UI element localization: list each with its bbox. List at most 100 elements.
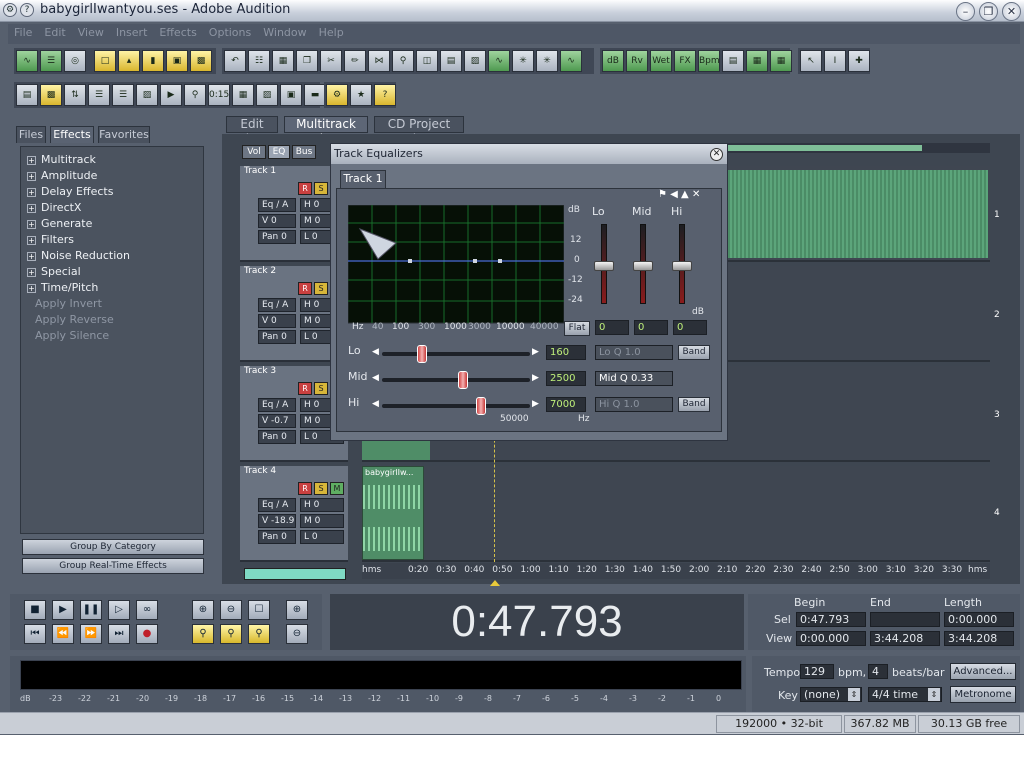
fx-icon[interactable]: FX bbox=[674, 50, 696, 72]
tree-item[interactable]: + DirectX bbox=[27, 201, 81, 214]
high-eq-field[interactable]: H 0 bbox=[300, 498, 344, 512]
lo-q-field[interactable]: Lo Q 1.0 bbox=[595, 345, 673, 360]
rewind-button[interactable]: ⏪ bbox=[52, 624, 74, 644]
help-context-icon[interactable]: ? bbox=[374, 84, 396, 106]
hi-band-button[interactable]: Band bbox=[678, 397, 710, 412]
dropdown-icon[interactable]: ⇕ bbox=[928, 688, 940, 701]
mid-freq-value[interactable]: 2500 bbox=[546, 371, 586, 386]
menu-view[interactable]: View bbox=[72, 24, 110, 41]
hi-freq-track[interactable] bbox=[382, 404, 530, 408]
snap-icon[interactable]: ✳ bbox=[512, 50, 534, 72]
tab-track-1[interactable]: Track 1 bbox=[340, 170, 386, 188]
advanced-button[interactable]: Advanced... bbox=[950, 663, 1016, 680]
zoom-full-button[interactable]: ☐ bbox=[248, 600, 270, 620]
pan-field[interactable]: Pan 0 bbox=[258, 330, 296, 344]
play-button[interactable]: ▶ bbox=[52, 600, 74, 620]
low-eq-field[interactable]: L 0 bbox=[300, 530, 344, 544]
menu-file[interactable]: File bbox=[8, 24, 38, 41]
hi-gain-thumb[interactable] bbox=[672, 261, 692, 271]
level-meter[interactable] bbox=[20, 660, 742, 690]
tree-item[interactable]: + Time/Pitch bbox=[27, 281, 98, 294]
record-arm-button[interactable]: R bbox=[298, 382, 312, 395]
zoom-out-button[interactable]: ⊖ bbox=[220, 600, 242, 620]
spectral-icon[interactable]: ▨ bbox=[256, 84, 278, 106]
wet-icon[interactable]: Wet bbox=[650, 50, 672, 72]
wizard-icon[interactable]: ★ bbox=[350, 84, 372, 106]
tab-effects[interactable]: Effects bbox=[50, 126, 94, 143]
pan-field[interactable]: Pan 0 bbox=[258, 230, 296, 244]
loop-icon[interactable]: ▨ bbox=[464, 50, 486, 72]
tree-item[interactable]: + Noise Reduction bbox=[27, 249, 130, 262]
mid-eq-field[interactable]: M 0 bbox=[300, 514, 344, 528]
eq-button[interactable]: Eq / A bbox=[258, 398, 296, 412]
db-icon[interactable]: dB bbox=[602, 50, 624, 72]
maximize-button[interactable]: ❐ bbox=[979, 2, 998, 21]
menu-insert[interactable]: Insert bbox=[110, 24, 154, 41]
time-selection-tool-icon[interactable]: I bbox=[824, 50, 846, 72]
tree-item[interactable]: + Filters bbox=[27, 233, 74, 246]
eq-button[interactable]: Eq / A bbox=[258, 198, 296, 212]
group-by-category-button[interactable]: Group By Category bbox=[22, 539, 204, 555]
track-name[interactable]: Track 3 bbox=[244, 366, 276, 376]
mid-freq-thumb[interactable] bbox=[457, 371, 468, 389]
zoom-icon[interactable]: ⚲ bbox=[184, 84, 206, 106]
cue-icon[interactable]: ✳ bbox=[536, 50, 558, 72]
playhead-marker-icon[interactable] bbox=[490, 580, 500, 586]
lock-icon[interactable]: ⚲ bbox=[392, 50, 414, 72]
hi-gain-value[interactable]: 0 bbox=[673, 320, 707, 335]
beats-field[interactable]: 4 bbox=[868, 664, 888, 679]
volume-field[interactable]: V 0 bbox=[258, 314, 296, 328]
hi-freq-value[interactable]: 7000 bbox=[546, 397, 586, 412]
view-length-field[interactable]: 3:44.208 bbox=[944, 631, 1014, 646]
volume-field[interactable]: V -18.9 bbox=[258, 514, 296, 528]
expand-icon[interactable]: + bbox=[27, 283, 36, 293]
copy-icon[interactable]: ❐ bbox=[296, 50, 318, 72]
key-select[interactable]: (none) ⇕ bbox=[800, 687, 862, 702]
horizontal-scroll-thumb[interactable] bbox=[244, 568, 346, 580]
audio-clip[interactable] bbox=[722, 170, 988, 258]
move-tool-icon[interactable]: ✚ bbox=[848, 50, 870, 72]
audio-clip[interactable]: babygirlIw... bbox=[362, 466, 424, 560]
menu-edit[interactable]: Edit bbox=[38, 24, 71, 41]
mute-button[interactable]: M bbox=[330, 482, 344, 495]
cue-list-icon[interactable]: ▨ bbox=[136, 84, 158, 106]
hi-left-arrow-icon[interactable]: ◀ bbox=[372, 399, 379, 409]
expand-icon[interactable]: + bbox=[27, 187, 36, 197]
eq-button[interactable]: Eq / A bbox=[258, 298, 296, 312]
new-file-icon[interactable]: □ bbox=[94, 50, 116, 72]
solo-button[interactable]: S bbox=[314, 282, 328, 295]
expand-icon[interactable]: + bbox=[27, 219, 36, 229]
mix-icon[interactable]: ☷ bbox=[248, 50, 270, 72]
solo-button[interactable]: S bbox=[314, 182, 328, 195]
frequency-icon[interactable]: ▦ bbox=[232, 84, 254, 106]
pause-button[interactable]: ❚❚ bbox=[80, 600, 102, 620]
tab-cd-project-view[interactable]: CD Project View bbox=[374, 116, 464, 146]
pan-field[interactable]: Pan 0 bbox=[258, 530, 296, 544]
hybrid-tool-icon[interactable]: ↖ bbox=[800, 50, 822, 72]
group-icon[interactable]: ◫ bbox=[416, 50, 438, 72]
cut-icon[interactable]: ✂ bbox=[320, 50, 342, 72]
status-icon[interactable]: ▬ bbox=[304, 84, 326, 106]
zoom-right-button[interactable]: ⚲ bbox=[220, 624, 242, 644]
mixer-icon[interactable]: ▦ bbox=[746, 50, 768, 72]
expand-icon[interactable]: + bbox=[27, 171, 36, 181]
play-to-end-button[interactable]: ▷ bbox=[108, 600, 130, 620]
lo-freq-track[interactable] bbox=[382, 352, 530, 356]
tab-multitrack-view[interactable]: Multitrack View bbox=[284, 116, 368, 146]
record-button[interactable]: ● bbox=[136, 624, 158, 644]
time-ruler[interactable]: hms 0:20 0:30 0:40 0:50 1:00 1:10 1:20 1:30 1:40 1… bbox=[362, 563, 990, 579]
lo-freq-thumb[interactable] bbox=[416, 345, 427, 363]
tab-edit-view[interactable]: Edit View bbox=[226, 116, 278, 146]
eq-button[interactable]: Eq / A bbox=[258, 498, 296, 512]
solo-button[interactable]: S bbox=[314, 482, 328, 495]
track-name[interactable]: Track 2 bbox=[244, 266, 276, 276]
waveform-view-icon[interactable]: ∿ bbox=[16, 50, 38, 72]
mid-left-arrow-icon[interactable]: ◀ bbox=[372, 373, 379, 383]
zoom-in-button[interactable]: ⊕ bbox=[192, 600, 214, 620]
tree-item[interactable]: + Special bbox=[27, 265, 81, 278]
tree-item[interactable]: + Generate bbox=[27, 217, 92, 230]
mid-gain-thumb[interactable] bbox=[633, 261, 653, 271]
vol-tab[interactable]: Vol bbox=[242, 145, 266, 159]
menu-window[interactable]: Window bbox=[257, 24, 312, 41]
volume-icon[interactable]: ▩ bbox=[40, 84, 62, 106]
